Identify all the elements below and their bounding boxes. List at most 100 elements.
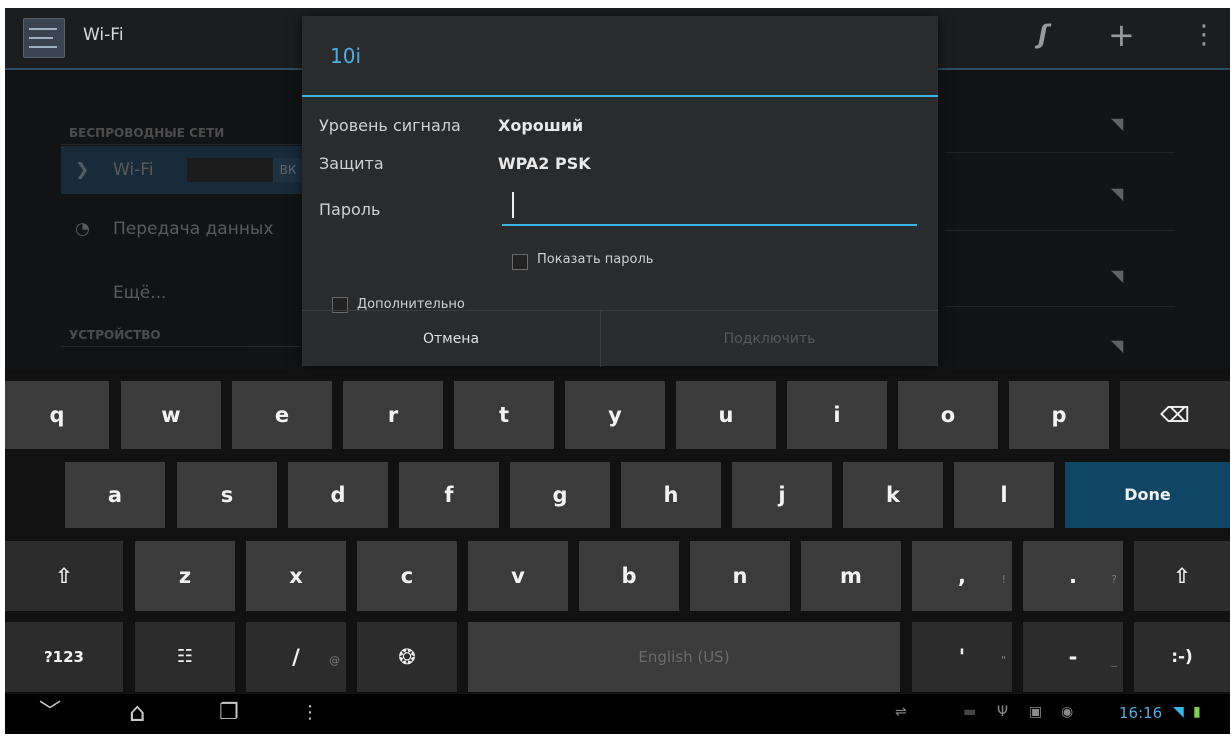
symbols-key[interactable]: ?123: [5, 622, 123, 692]
key-y[interactable]: y: [565, 381, 665, 449]
key-dash[interactable]: - _: [1023, 622, 1123, 692]
key-k[interactable]: k: [843, 462, 943, 528]
key-label: .: [1069, 564, 1077, 588]
key-q[interactable]: q: [5, 381, 109, 449]
key-apostrophe[interactable]: ' ": [912, 622, 1012, 692]
password-label: Пароль: [319, 200, 381, 219]
section-divider: [61, 144, 305, 145]
show-password-label[interactable]: Показать пароль: [537, 252, 653, 267]
key-comma[interactable]: ,!: [912, 541, 1012, 611]
network-row-divider: [945, 230, 1175, 231]
key-hint: !: [1001, 573, 1006, 586]
space-key[interactable]: English (US): [468, 622, 900, 692]
settings-item-wifi[interactable]: ❯ Wi-Fi ВК: [61, 146, 305, 194]
key-n[interactable]: n: [690, 541, 790, 611]
key-b[interactable]: b: [579, 541, 679, 611]
key-slash[interactable]: / @: [246, 622, 346, 692]
shift-key-left[interactable]: ⇧: [5, 541, 123, 611]
cancel-button[interactable]: Отмена: [302, 311, 600, 367]
menu-icon[interactable]: ⋮: [301, 700, 319, 726]
key-x[interactable]: x: [246, 541, 346, 611]
wifi-toggle-switch[interactable]: ВК: [187, 158, 303, 182]
section-divider: [61, 346, 305, 347]
dialog-title: 10i: [330, 44, 362, 68]
key-w[interactable]: w: [121, 381, 221, 449]
section-header-device: УСТРОЙСТВО: [69, 328, 161, 342]
wifi-icon: ❯: [75, 160, 90, 180]
key-z[interactable]: z: [135, 541, 235, 611]
wps-icon[interactable]: ʃ: [1038, 20, 1049, 50]
password-input[interactable]: [502, 188, 917, 226]
home-icon[interactable]: ⌂: [129, 700, 146, 726]
wifi-signal-icon[interactable]: ◥: [1111, 114, 1123, 133]
key-label: ': [958, 645, 966, 669]
key-u[interactable]: u: [676, 381, 776, 449]
key-p[interactable]: p: [1009, 381, 1109, 449]
key-d[interactable]: d: [288, 462, 388, 528]
key-label: /: [292, 645, 300, 669]
dialog-button-bar: Отмена Подключить: [302, 310, 938, 367]
key-a[interactable]: a: [65, 462, 165, 528]
tablet-screen: Wi-Fi ʃ + ⋮ БЕСПРОВОДНЫЕ СЕТИ ❯ Wi-Fi ВК…: [5, 8, 1230, 734]
security-label: Защита: [319, 154, 384, 173]
signal-strength-label: Уровень сигнала: [319, 116, 461, 135]
security-value: WPA2 PSK: [498, 154, 591, 173]
usb-icon[interactable]: Ψ: [997, 704, 1008, 720]
back-icon[interactable]: ﹀: [39, 700, 61, 726]
key-i[interactable]: i: [787, 381, 887, 449]
sd-card-icon[interactable]: ▬: [963, 704, 976, 720]
key-hint: ?: [1111, 573, 1117, 586]
wifi-signal-icon[interactable]: ◥: [1111, 336, 1123, 355]
key-hint: @: [329, 654, 340, 667]
show-password-checkbox[interactable]: [512, 254, 528, 270]
key-s[interactable]: s: [177, 462, 277, 528]
keyboard-status-icon[interactable]: ⇌: [895, 704, 907, 720]
wifi-connect-dialog: 10i Уровень сигнала Хороший Защита WPA2 …: [302, 16, 938, 367]
key-e[interactable]: e: [232, 381, 332, 449]
screenshot-icon[interactable]: ▣: [1029, 704, 1042, 720]
settings-app-icon[interactable]: [23, 18, 65, 58]
key-label: ,: [958, 564, 966, 588]
wifi-signal-icon[interactable]: ◥: [1111, 266, 1123, 285]
settings-item-label: Передача данных: [113, 219, 274, 239]
done-key[interactable]: Done: [1065, 462, 1230, 528]
system-navigation-bar: ﹀ ⌂ ❐ ⋮ ⇌ ▬ Ψ ▣ ◉ 16:16 ◥ ▮: [5, 694, 1230, 734]
connect-button[interactable]: Подключить: [601, 311, 938, 367]
settings-item-data-usage[interactable]: ◔ Передача данных: [61, 214, 305, 244]
key-m[interactable]: m: [801, 541, 901, 611]
section-header-wireless: БЕСПРОВОДНЫЕ СЕТИ: [69, 126, 225, 140]
key-l[interactable]: l: [954, 462, 1054, 528]
input-settings-icon[interactable]: ☷: [135, 622, 235, 692]
action-bar-title: Wi-Fi: [83, 25, 124, 45]
key-hint: ": [1000, 654, 1006, 667]
network-row-divider: [945, 306, 1175, 307]
key-period[interactable]: .?: [1023, 541, 1123, 611]
key-r[interactable]: r: [343, 381, 443, 449]
key-g[interactable]: g: [510, 462, 610, 528]
recent-apps-icon[interactable]: ❐: [219, 700, 239, 726]
status-clock[interactable]: 16:16: [1119, 704, 1162, 722]
smiley-key[interactable]: :-): [1134, 622, 1230, 692]
key-hint: _: [1111, 654, 1118, 667]
settings-item-label: Ещё...: [113, 283, 167, 303]
notification-icon[interactable]: ◉: [1061, 704, 1073, 720]
wifi-signal-icon[interactable]: ◥: [1111, 184, 1123, 203]
settings-item-label: Wi-Fi: [113, 160, 154, 180]
add-network-icon[interactable]: +: [1108, 19, 1135, 51]
key-v[interactable]: v: [468, 541, 568, 611]
key-o[interactable]: o: [898, 381, 998, 449]
key-h[interactable]: h: [621, 462, 721, 528]
key-j[interactable]: j: [732, 462, 832, 528]
signal-strength-value: Хороший: [498, 116, 584, 135]
key-f[interactable]: f: [399, 462, 499, 528]
key-t[interactable]: t: [454, 381, 554, 449]
battery-icon[interactable]: ▮: [1193, 704, 1201, 720]
globe-icon[interactable]: ❂: [357, 622, 457, 692]
wifi-status-icon[interactable]: ◥: [1173, 704, 1184, 720]
settings-item-more[interactable]: Ещё...: [61, 278, 305, 308]
shift-key-right[interactable]: ⇧: [1134, 541, 1230, 611]
overflow-menu-icon[interactable]: ⋮: [1191, 20, 1217, 50]
dialog-title-divider: [302, 95, 938, 97]
backspace-key[interactable]: ⌫: [1120, 381, 1230, 449]
key-c[interactable]: c: [357, 541, 457, 611]
